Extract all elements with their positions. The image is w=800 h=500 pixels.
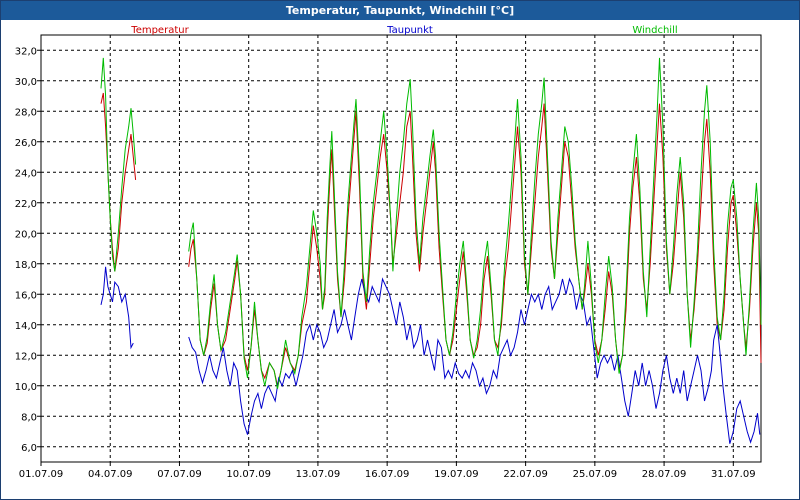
y-tick-label: 12,0 bbox=[15, 351, 37, 362]
y-tick-label: 28,0 bbox=[15, 107, 37, 118]
y-tick-label: 6,0 bbox=[21, 443, 37, 454]
plot-area bbox=[40, 34, 762, 463]
x-tick-label: 04.07.09 bbox=[88, 469, 133, 480]
y-tick-label: 16,0 bbox=[15, 290, 37, 301]
y-tick-label: 10,0 bbox=[15, 382, 37, 393]
y-tick-label: 22,0 bbox=[15, 199, 37, 210]
x-tick-label: 19.07.09 bbox=[434, 469, 479, 480]
x-tick-label: 10.07.09 bbox=[226, 469, 271, 480]
y-tick-label: 24,0 bbox=[15, 168, 37, 179]
y-tick-label: 14,0 bbox=[15, 321, 37, 332]
y-tick-label: 20,0 bbox=[15, 229, 37, 240]
y-tick-label: 32,0 bbox=[15, 46, 37, 57]
legend-entry-windchill: Windchill bbox=[632, 25, 677, 36]
y-tick-label: 26,0 bbox=[15, 138, 37, 149]
y-tick-label: 8,0 bbox=[21, 412, 37, 423]
y-axis-ticks: 6,0 8,0 10,0 12,0 14,0 16,0 18,0 20,0 22,0 24,0 26… bbox=[15, 46, 41, 454]
x-tick-label: 25.07.09 bbox=[573, 469, 618, 480]
x-tick-label: 16.07.09 bbox=[365, 469, 410, 480]
x-tick-label: 07.07.09 bbox=[157, 469, 202, 480]
x-tick-label: 31.07.09 bbox=[711, 469, 756, 480]
legend: Temperatur Taupunkt Windchill bbox=[130, 25, 677, 36]
y-tick-label: 18,0 bbox=[15, 260, 37, 271]
x-tick-label: 01.07.09 bbox=[19, 469, 64, 480]
x-tick-label: 13.07.09 bbox=[296, 469, 341, 480]
x-axis-ticks: 01.07.09 04.07.09 07.07.09 10.07.09 13.07.09… bbox=[19, 462, 756, 480]
y-tick-label: 30,0 bbox=[15, 77, 37, 88]
legend-entry-temperatur: Temperatur bbox=[130, 25, 189, 36]
chart: 6,0 8,0 10,0 12,0 14,0 16,0 18,0 20,0 22,0 24,0 26… bbox=[15, 25, 762, 480]
x-tick-label: 22.07.09 bbox=[503, 469, 548, 480]
x-tick-label: 28.07.09 bbox=[642, 469, 687, 480]
legend-entry-taupunkt: Taupunkt bbox=[386, 25, 433, 36]
